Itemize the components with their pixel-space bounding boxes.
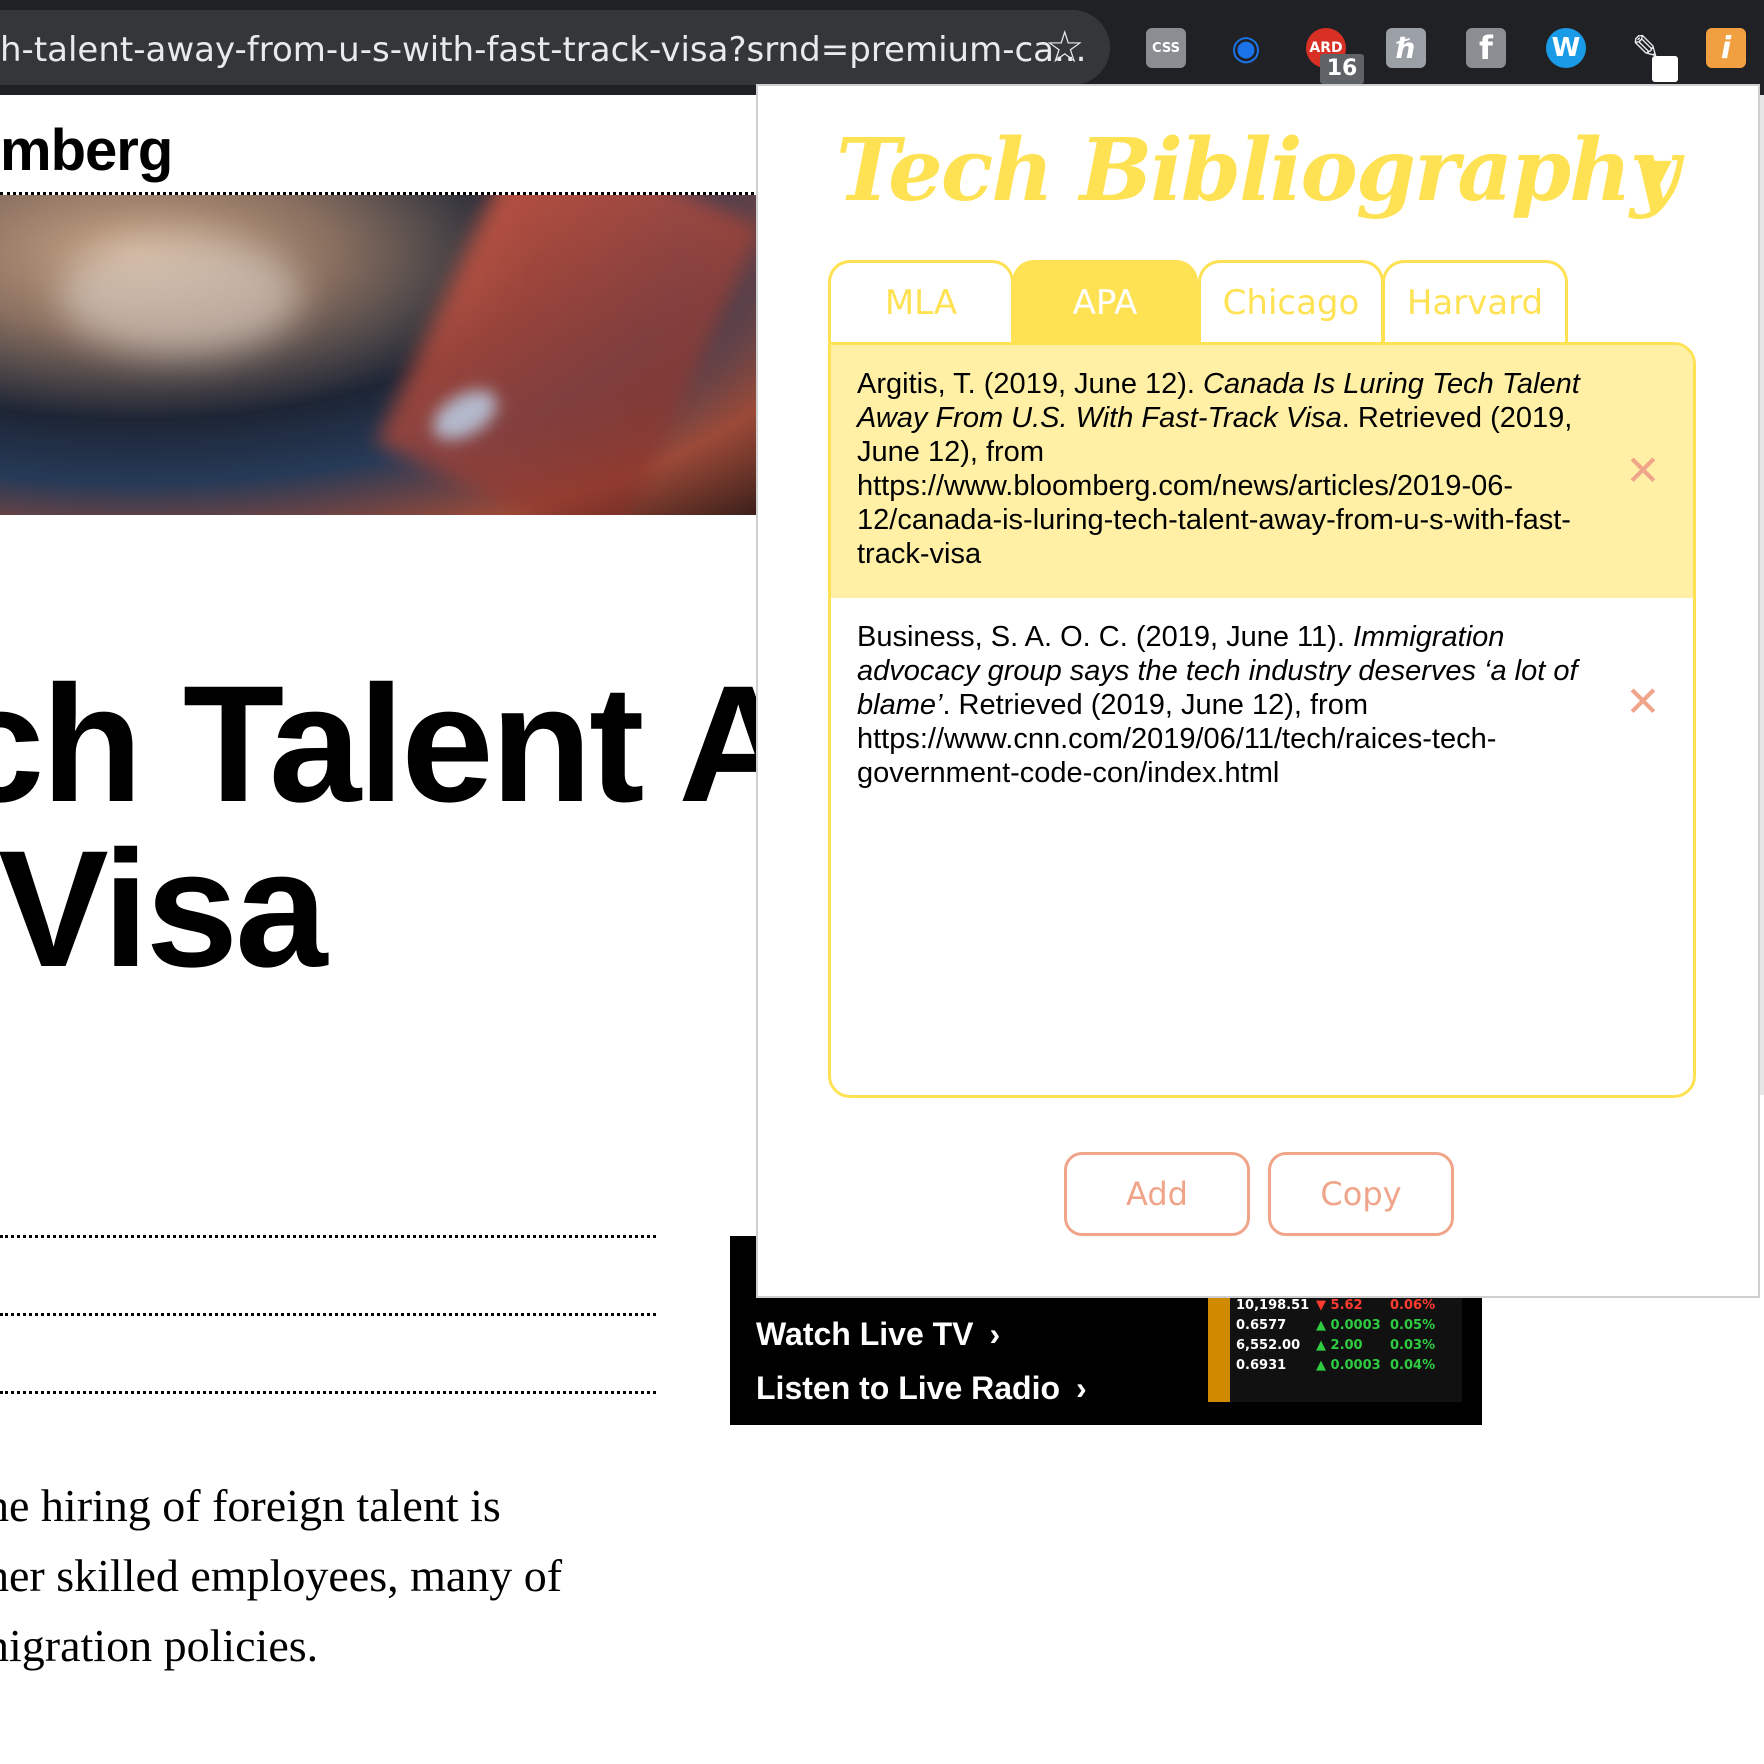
site-brand[interactable]: mberg — [0, 117, 173, 184]
article-page: mberg ch Talent Av Visa he hiring of for… — [0, 95, 881, 1764]
info-icon[interactable]: i — [1706, 28, 1746, 68]
citation-list[interactable]: Argitis, T. (2019, June 12). Canada Is L… — [828, 342, 1696, 1098]
wordpress-icon[interactable]: W — [1546, 28, 1586, 68]
market-ticker[interactable]: 10,198.51 ▼ 5.62 0.06% 0.6577 ▲ 0.0003 0.05%… — [1208, 1296, 1462, 1402]
collapse-triangle-icon[interactable]: ▼ — [1626, 146, 1683, 204]
pen-badge — [1652, 56, 1678, 82]
bookmark-star-icon[interactable]: ☆ — [1045, 26, 1084, 70]
hero-blur-shape — [60, 235, 300, 355]
ticker-row: 6,552.00 ▲ 2.00 0.03% — [1236, 1338, 1436, 1353]
listen-live-radio-link[interactable]: Listen to Live Radio › — [756, 1370, 1087, 1407]
ticker-accent — [1208, 1296, 1230, 1402]
dotted-divider — [0, 1391, 656, 1394]
address-bar[interactable]: h-talent-away-from-u-s-with-fast-track-v… — [0, 10, 1110, 85]
chevron-right-icon: › — [1076, 1370, 1087, 1406]
chevron-right-icon: › — [989, 1316, 1001, 1352]
facebook-icon[interactable]: f — [1466, 28, 1506, 68]
dotted-divider — [0, 1235, 656, 1238]
dotted-divider — [0, 1313, 656, 1316]
remove-citation-icon[interactable]: ✕ — [1623, 681, 1663, 723]
ard-badge: 16 — [1320, 54, 1364, 84]
tab-chicago[interactable]: Chicago — [1198, 260, 1384, 342]
browser-toolbar: h-talent-away-from-u-s-with-fast-track-v… — [0, 0, 1764, 95]
hero-image — [0, 195, 760, 515]
citation-text[interactable]: Business, S. A. O. C. (2019, June 11). I… — [857, 620, 1603, 790]
citation-text[interactable]: Argitis, T. (2019, June 12). Canada Is L… — [857, 367, 1603, 571]
tab-mla[interactable]: MLA — [828, 260, 1014, 342]
css-viewer-icon[interactable]: CSS — [1146, 28, 1186, 68]
watch-live-tv-link[interactable]: Watch Live TV › — [756, 1316, 1000, 1353]
article-body-line: her skilled employees, many of — [0, 1550, 563, 1601]
article-body-line: nigration policies. — [0, 1620, 319, 1671]
tab-apa[interactable]: APA — [1012, 260, 1198, 342]
bibliography-popup: Tech Bibliography ▼ MLA APA Chicago Harv… — [756, 84, 1760, 1298]
ticker-row: 0.6931 ▲ 0.0003 0.04% — [1236, 1358, 1436, 1373]
copy-button[interactable]: Copy — [1268, 1152, 1454, 1236]
citation-entry[interactable]: Business, S. A. O. C. (2019, June 11). I… — [831, 598, 1693, 818]
ticker-row: 0.6577 ▲ 0.0003 0.05% — [1236, 1318, 1436, 1333]
popup-title: Tech Bibliography — [836, 120, 1680, 221]
remove-citation-icon[interactable]: ✕ — [1623, 450, 1663, 492]
url-text[interactable]: h-talent-away-from-u-s-with-fast-track-v… — [0, 30, 1086, 70]
add-button[interactable]: Add — [1064, 1152, 1250, 1236]
hero-blur-shape — [376, 195, 760, 515]
citation-entry[interactable]: Argitis, T. (2019, June 12). Canada Is L… — [831, 345, 1693, 598]
ticker-row: 10,198.51 ▼ 5.62 0.06% — [1236, 1298, 1436, 1313]
article-body-line: he hiring of foreign talent is — [0, 1480, 501, 1531]
tab-harvard[interactable]: Harvard — [1382, 260, 1568, 342]
headline-line-2: Visa — [0, 817, 327, 1002]
headline-line-1: ch Talent Av — [0, 652, 881, 837]
network-globe-icon[interactable]: ◉ — [1226, 28, 1266, 68]
lemon-icon[interactable]: ℏ — [1386, 28, 1426, 68]
